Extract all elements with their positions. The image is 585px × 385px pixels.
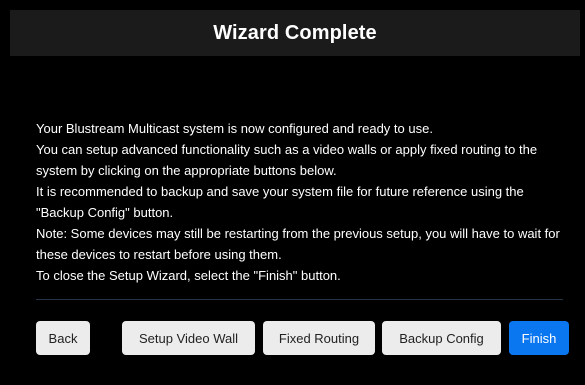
backup-config-button[interactable]: Backup Config [382, 321, 501, 355]
back-button[interactable]: Back [36, 321, 90, 355]
message-line-finish: To close the Setup Wizard, select the "F… [36, 268, 341, 283]
dialog-title: Wizard Complete [213, 21, 377, 44]
fixed-routing-button[interactable]: Fixed Routing [263, 321, 375, 355]
divider [36, 299, 563, 300]
dialog-title-bar: Wizard Complete [10, 10, 580, 56]
setup-video-wall-button[interactable]: Setup Video Wall [122, 321, 255, 355]
message-line-configured: Your Blustream Multicast system is now c… [36, 121, 433, 136]
completion-message: Your Blustream Multicast system is now c… [36, 118, 566, 286]
wizard-complete-dialog: Wizard Complete Your Blustream Multicast… [0, 0, 585, 385]
message-line-advanced: You can setup advanced functionality suc… [36, 142, 538, 178]
message-line-backup: It is recommended to backup and save you… [36, 184, 524, 220]
finish-button[interactable]: Finish [509, 321, 569, 355]
message-line-note: Note: Some devices may still be restarti… [36, 226, 560, 262]
